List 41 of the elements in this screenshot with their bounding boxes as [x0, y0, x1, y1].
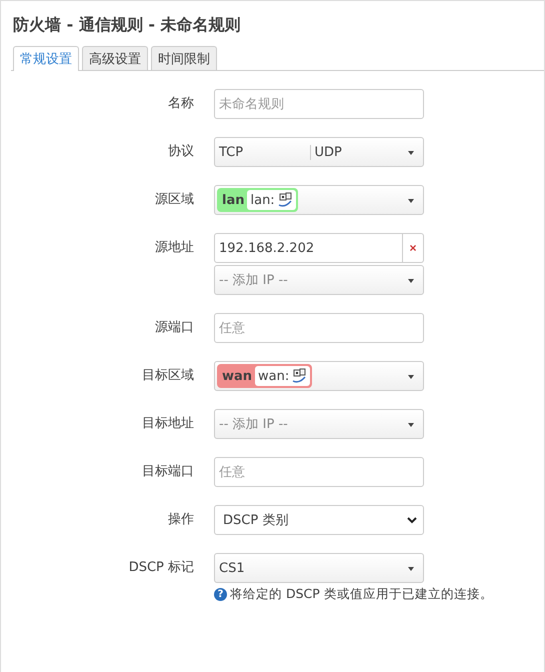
address-field[interactable]: 192.168.2.202: [214, 233, 403, 263]
zone-dropdown[interactable]: lan lan:: [214, 185, 424, 215]
caret-icon: [408, 423, 414, 427]
zone-name: wan: [221, 368, 254, 384]
caret-icon: [408, 567, 414, 571]
field-label: 源地址: [154, 239, 194, 257]
chevron-icon: [407, 516, 417, 524]
caret-icon: [408, 199, 414, 203]
protocol-value: TCP: [219, 144, 310, 160]
field-label: 名称: [167, 95, 194, 113]
caret-icon: [408, 151, 414, 155]
field-label: 目标地址: [141, 415, 194, 433]
protocol-value: UDP: [314, 144, 343, 160]
field-label: DSCP 标记: [128, 559, 194, 577]
tab[interactable]: 高级设置: [82, 46, 148, 70]
dialog-title: 防火墙 - 通信规则 - 未命名规则: [12, 14, 242, 36]
network-icon: [276, 192, 293, 208]
field-label: 协议: [167, 143, 194, 161]
field-label: 源端口: [154, 319, 194, 337]
clear-button[interactable]: ×: [403, 233, 424, 263]
caret-icon: [408, 375, 414, 379]
help-text: 将给定的 DSCP 类或值应用于已建立的连接。: [230, 586, 493, 603]
field-label: 操作: [167, 511, 194, 529]
input-field[interactable]: 任意: [214, 457, 424, 487]
field-label: 源区域: [154, 191, 194, 209]
zone-name: lan: [221, 192, 246, 208]
field-label: 目标区域: [141, 367, 194, 385]
action-select[interactable]: DSCP 类别: [214, 505, 424, 535]
input-field[interactable]: 未命名规则: [214, 89, 424, 119]
field-label: 目标端口: [141, 463, 194, 481]
help-icon: ?: [214, 588, 227, 601]
input-field[interactable]: 任意: [214, 313, 424, 343]
tab[interactable]: 常规设置: [13, 46, 79, 71]
zone-network: wan:: [258, 368, 290, 384]
tab[interactable]: 时间限制: [151, 46, 217, 70]
zone-dropdown[interactable]: wan wan:: [214, 361, 424, 391]
zone-network: lan:: [250, 192, 275, 208]
protocol-dropdown[interactable]: TCP UDP: [214, 137, 424, 167]
dropdown[interactable]: CS1: [214, 553, 424, 583]
network-icon: [291, 368, 308, 384]
caret-icon: [408, 279, 414, 283]
